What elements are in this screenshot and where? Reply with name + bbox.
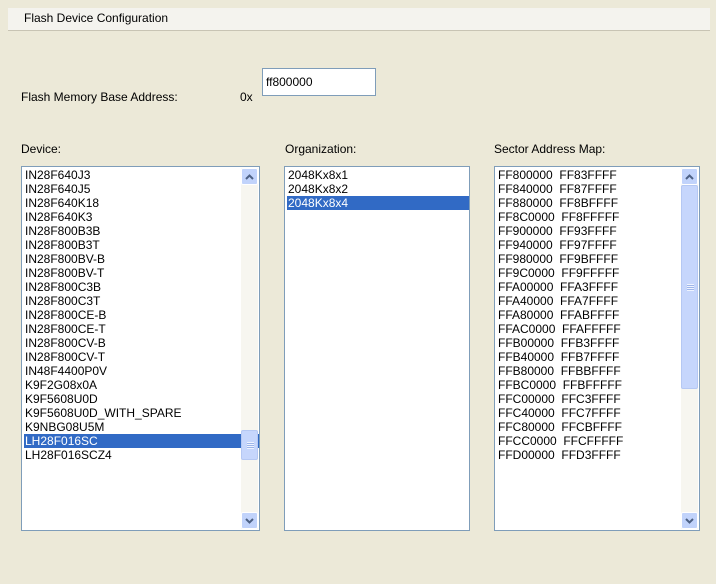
organization-list-item[interactable]: 2048Kx8x4 [287,196,469,210]
base-address-input[interactable] [262,68,376,96]
device-list-item[interactable]: IN28F800CE-B [24,308,259,322]
sector-map-list-item[interactable]: FFAC0000 FFAFFFFF [497,322,699,336]
organization-list: 2048Kx8x1 2048Kx8x2 2048Kx8x4 [285,167,469,210]
sector-map-list: FF800000 FF83FFFF FF840000 FF87FFFF FF8800… [495,167,699,462]
device-list-item[interactable]: IN28F800B3T [24,238,259,252]
device-list-item[interactable]: IN28F640J3 [24,168,259,182]
organization-list-item[interactable]: 2048Kx8x1 [287,168,469,182]
device-list-item[interactable]: K9F5608U0D [24,392,259,406]
device-scroll-down-button[interactable] [241,512,258,529]
sector-map-list-item[interactable]: FF800000 FF83FFFF [497,168,699,182]
device-list-item[interactable]: IN28F640K18 [24,196,259,210]
base-address-prefix: 0x [240,90,253,104]
sector-map-list-item[interactable]: FFD00000 FFD3FFFF [497,448,699,462]
chevron-down-icon [245,517,254,524]
sector-map-list-item[interactable]: FFA80000 FFABFFFF [497,308,699,322]
sector-map-list-item[interactable]: FFC80000 FFCBFFFF [497,420,699,434]
sector-map-list-item[interactable]: FFBC0000 FFBFFFFF [497,378,699,392]
chevron-up-icon [685,173,694,180]
tab-flash-device-configuration[interactable]: Flash Device Configuration [8,8,710,31]
device-scroll-thumb[interactable] [241,430,258,460]
sector-map-list-item[interactable]: FFB00000 FFB3FFFF [497,336,699,350]
device-list-item[interactable]: IN28F800C3B [24,280,259,294]
chevron-down-icon [685,517,694,524]
device-list-item[interactable]: IN28F800CE-T [24,322,259,336]
organization-listbox[interactable]: 2048Kx8x1 2048Kx8x2 2048Kx8x4 [284,166,470,531]
sector-map-list-item[interactable]: FFB80000 FFBBFFFF [497,364,699,378]
sector-scroll-up-button[interactable] [681,168,698,185]
sector-map-list-item[interactable]: FF840000 FF87FFFF [497,182,699,196]
device-label: Device: [21,142,62,156]
device-list-item[interactable]: K9F5608U0D_WITH_SPARE [24,406,259,420]
sector-map-list-item[interactable]: FFCC0000 FFCFFFFF [497,434,699,448]
device-listbox[interactable]: IN28F640J3 IN28F640J5 IN28F640K18 IN28F640K… [21,166,260,531]
device-list-item[interactable]: LH28F016SCZ4 [24,448,259,462]
device-list-item[interactable]: IN28F800C3T [24,294,259,308]
device-list-item[interactable]: LH28F016SC [24,434,259,448]
sector-scrollbar[interactable] [681,168,698,529]
sector-map-list-item[interactable]: FFA00000 FFA3FFFF [497,280,699,294]
organization-list-item[interactable]: 2048Kx8x2 [287,182,469,196]
device-list-item[interactable]: IN28F640K3 [24,210,259,224]
sector-map-list-item[interactable]: FF940000 FF97FFFF [497,238,699,252]
sector-map-list-item[interactable]: FF980000 FF9BFFFF [497,252,699,266]
device-list-item[interactable]: K9F2G08x0A [24,378,259,392]
tab-label: Flash Device Configuration [24,11,169,25]
sector-map-list-item[interactable]: FF900000 FF93FFFF [497,224,699,238]
device-list: IN28F640J3 IN28F640J5 IN28F640K18 IN28F640K… [22,167,259,462]
device-list-item[interactable]: IN28F640J5 [24,182,259,196]
sector-map-listbox[interactable]: FF800000 FF83FFFF FF840000 FF87FFFF FF8800… [494,166,700,531]
sector-map-list-item[interactable]: FFC40000 FFC7FFFF [497,406,699,420]
device-list-item[interactable]: IN28F800CV-T [24,350,259,364]
sector-map-list-item[interactable]: FF880000 FF8BFFFF [497,196,699,210]
sector-map-list-item[interactable]: FFB40000 FFB7FFFF [497,350,699,364]
device-list-item[interactable]: IN28F800B3B [24,224,259,238]
sector-map-list-item[interactable]: FFA40000 FFA7FFFF [497,294,699,308]
device-list-item[interactable]: IN48F4400P0V [24,364,259,378]
grip-icon [247,442,254,449]
device-scrollbar[interactable] [241,168,258,529]
base-address-label: Flash Memory Base Address: [21,90,178,104]
device-list-item[interactable]: IN28F800CV-B [24,336,259,350]
sector-map-list-item[interactable]: FF8C0000 FF8FFFFF [497,210,699,224]
sector-scroll-down-button[interactable] [681,512,698,529]
device-list-item[interactable]: IN28F800BV-B [24,252,259,266]
sector-map-list-item[interactable]: FFC00000 FFC3FFFF [497,392,699,406]
sector-map-label: Sector Address Map: [494,142,606,156]
device-list-item[interactable]: K9NBG08U5M [24,420,259,434]
device-scroll-up-button[interactable] [241,168,258,185]
grip-icon [687,284,694,291]
chevron-up-icon [245,173,254,180]
device-list-item[interactable]: IN28F800BV-T [24,266,259,280]
organization-label: Organization: [285,142,357,156]
sector-scroll-thumb[interactable] [681,185,698,389]
sector-map-list-item[interactable]: FF9C0000 FF9FFFFF [497,266,699,280]
